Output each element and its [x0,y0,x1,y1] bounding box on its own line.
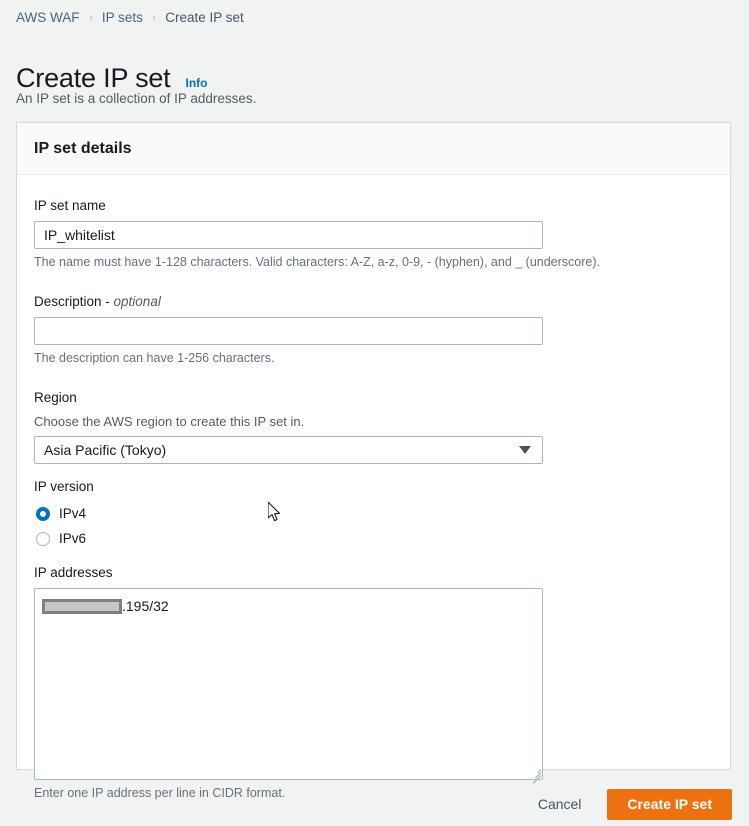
ip-addresses-label: IP addresses [34,565,113,580]
radio-ipv4-label[interactable]: IPv4 [59,506,86,521]
description-input[interactable] [34,317,543,345]
breadcrumb-separator-icon: › [152,10,156,25]
description-hint: The description can have 1-256 character… [34,351,275,365]
page-subtitle: An IP set is a collection of IP addresse… [16,91,257,106]
radio-ipv6-icon[interactable] [36,531,50,546]
ip-version-label: IP version [34,479,94,494]
ip-set-name-hint: The name must have 1-128 characters. Val… [34,255,600,269]
form-actions: Cancel Create IP set [528,787,732,821]
ip-addresses-value-suffix: .195/32 [122,598,169,614]
region-select-wrapper: Asia Pacific (Tokyo) [34,436,543,464]
description-label-text: Description - [34,294,114,309]
description-label: Description - optional [34,293,713,311]
ip-addresses-textarea-wrapper[interactable]: .195/32 [34,588,543,784]
region-description: Choose the AWS region to create this IP … [34,414,305,429]
region-select[interactable]: Asia Pacific (Tokyo) [34,436,543,464]
radio-option-ipv6[interactable]: IPv6 [34,527,713,550]
panel-header: IP set details [17,123,730,175]
ip-set-name-input[interactable] [34,221,543,249]
ip-addresses-value-line: .195/32 [42,597,169,615]
ip-set-name-label: IP set name [34,198,106,213]
breadcrumb-item-aws-waf[interactable]: AWS WAF [16,9,80,27]
radio-ipv6-label[interactable]: IPv6 [59,531,86,546]
panel-title: IP set details [34,139,132,157]
breadcrumb-item-create-ip-set: Create IP set [165,10,244,25]
radio-ipv4-icon[interactable] [36,506,50,521]
breadcrumb: AWS WAF › IP sets › Create IP set [16,9,244,27]
redaction-bar [42,598,122,614]
breadcrumb-separator-icon: › [89,10,93,25]
ip-addresses-textarea[interactable] [34,588,543,780]
breadcrumb-item-ip-sets[interactable]: IP sets [102,9,143,27]
info-link[interactable]: Info [185,76,207,90]
cancel-button[interactable]: Cancel [528,787,592,821]
ip-set-details-panel: IP set details IP set name The name must… [16,122,731,800]
region-label: Region [34,390,77,405]
radio-option-ipv4[interactable]: IPv4 [34,502,713,525]
description-optional-text: optional [113,294,161,309]
panel-body: IP set name The name must have 1-128 cha… [17,175,730,802]
create-ip-set-button[interactable]: Create IP set [607,788,732,820]
